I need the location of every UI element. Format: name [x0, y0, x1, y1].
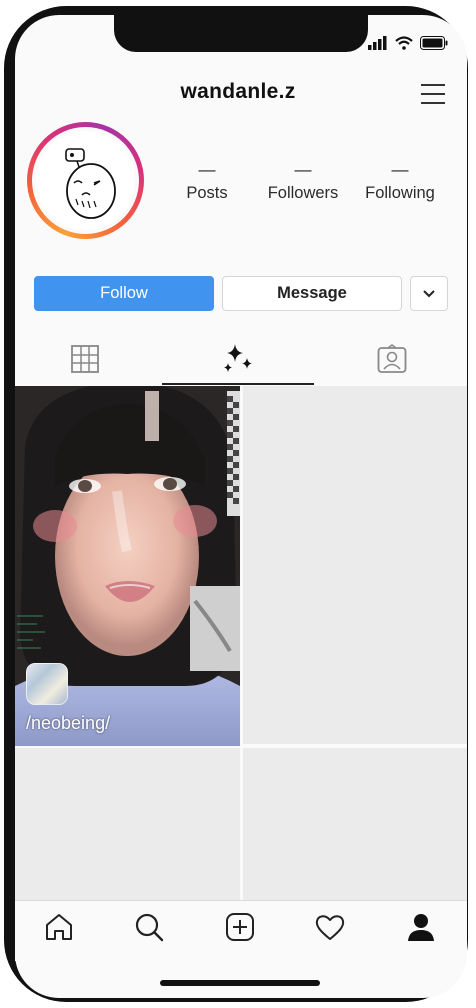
stat-followers-label: Followers	[267, 184, 339, 202]
avatar-border	[32, 127, 139, 234]
effect-name-label: /neobeing/	[26, 713, 111, 733]
effects-icon	[224, 344, 252, 372]
stat-following-label: Following	[365, 184, 435, 202]
active-tab-indicator	[162, 383, 314, 385]
grid-placeholder	[243, 386, 467, 744]
home-indicator[interactable]	[160, 980, 320, 986]
grid-placeholder	[15, 748, 240, 900]
tab-grid[interactable]	[15, 333, 155, 385]
message-button[interactable]: Message	[222, 276, 402, 311]
grid-icon	[71, 345, 99, 373]
stat-following-value: —	[391, 160, 409, 179]
profile-username: wandanle.z	[180, 80, 296, 103]
suggested-accounts-button[interactable]	[410, 276, 448, 311]
heart-icon	[315, 915, 345, 940]
nav-search[interactable]	[132, 910, 166, 944]
stat-posts[interactable]: — Posts	[162, 160, 252, 203]
stat-following[interactable]: — Following	[355, 160, 445, 203]
grid-placeholder	[243, 748, 467, 900]
nav-home[interactable]	[42, 910, 76, 944]
menu-button[interactable]	[420, 82, 446, 106]
stat-posts-label: Posts	[186, 184, 228, 202]
notch	[114, 15, 368, 52]
chevron-down-icon	[423, 289, 435, 297]
hamburger-icon	[421, 84, 445, 104]
nav-create[interactable]	[223, 910, 257, 944]
profile-icon	[408, 914, 434, 941]
wifi-icon	[395, 36, 413, 50]
signal-icon	[368, 36, 387, 50]
tab-effects[interactable]	[162, 333, 314, 385]
stat-followers[interactable]: — Followers	[258, 160, 348, 203]
effect-thumbnail	[26, 663, 68, 705]
nav-activity[interactable]	[313, 910, 347, 944]
tab-tagged[interactable]	[322, 333, 462, 385]
stat-followers-value: —	[294, 160, 312, 179]
home-icon	[46, 914, 72, 940]
avatar[interactable]	[27, 122, 144, 239]
follow-button[interactable]: Follow	[34, 276, 214, 311]
search-icon	[135, 913, 164, 942]
doodle-avatar-icon	[36, 131, 135, 230]
create-icon	[226, 913, 254, 941]
status-bar	[368, 36, 448, 50]
stat-posts-value: —	[198, 160, 216, 179]
nav-profile[interactable]	[404, 910, 438, 944]
tagged-icon	[377, 344, 407, 373]
battery-icon	[420, 36, 448, 50]
